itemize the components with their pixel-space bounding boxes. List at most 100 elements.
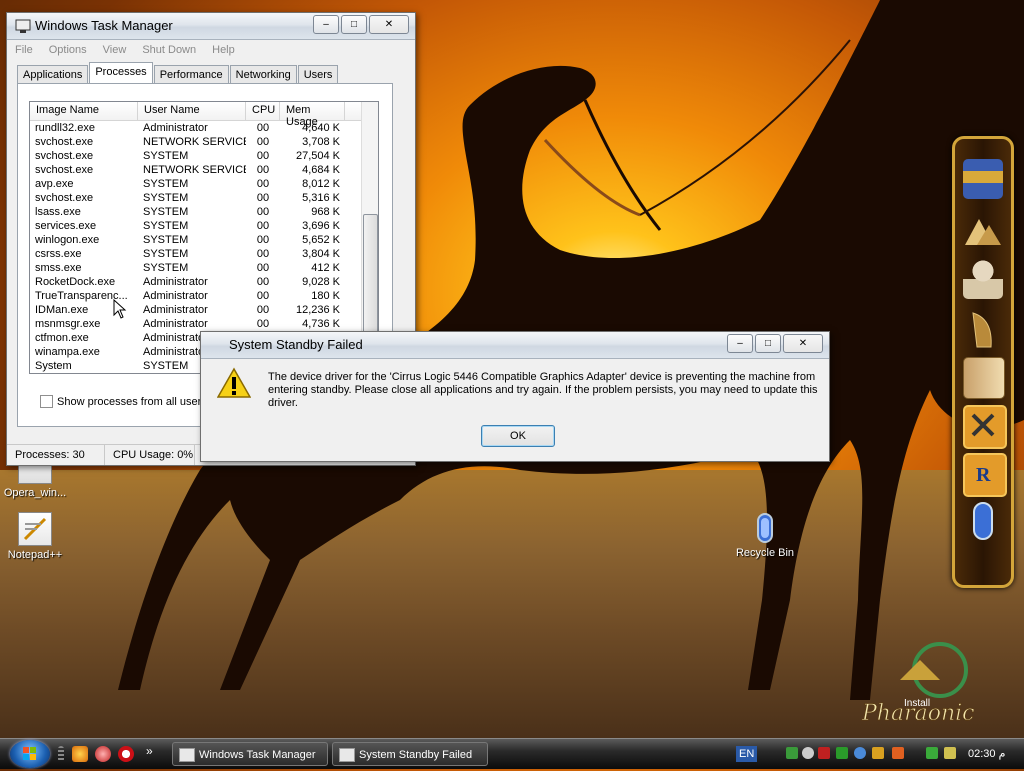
tray-tool-icon[interactable]	[892, 747, 904, 759]
table-row[interactable]: rundll32.exe Administrator 00 4,640 K	[30, 121, 378, 135]
cell-cpu: 00	[256, 262, 270, 274]
cell-mem-usage: 8,012 K	[302, 178, 340, 190]
menu-bar: File Options View Shut Down Help	[7, 40, 415, 59]
cell-cpu: 00	[256, 178, 270, 190]
tray-download-icon[interactable]	[872, 747, 884, 759]
windows-logo-icon	[23, 747, 36, 760]
book-icon[interactable]	[963, 357, 1005, 399]
menu-file[interactable]: File	[15, 44, 33, 56]
minimize-button[interactable]: –	[313, 15, 339, 34]
cell-image-name: svchost.exe	[35, 150, 94, 162]
table-row[interactable]: winlogon.exe SYSTEM 00 5,652 K	[30, 233, 378, 247]
cell-cpu: 00	[256, 122, 270, 134]
table-row[interactable]: lsass.exe SYSTEM 00 968 K	[30, 205, 378, 219]
cell-image-name: RocketDock.exe	[35, 276, 116, 288]
status-processes: Processes: 30	[7, 445, 105, 465]
cell-image-name: msnmsgr.exe	[35, 318, 101, 330]
quicklaunch-firefox-icon[interactable]	[72, 746, 88, 762]
rocket-dock: R	[952, 136, 1014, 588]
mouse-cursor-icon	[113, 299, 127, 319]
pharaoh-mask-icon[interactable]	[963, 159, 1003, 199]
column-cpu[interactable]: CPU	[246, 102, 280, 120]
table-row[interactable]: IDMan.exe Administrator 00 12,236 K	[30, 303, 378, 317]
desktop-icon-notepadpp[interactable]: Notepad++	[0, 512, 75, 561]
cell-user-name: SYSTEM	[143, 192, 189, 204]
tray-antivirus-icon[interactable]	[818, 747, 830, 759]
tray-flag-icon[interactable]	[836, 747, 848, 759]
cell-mem-usage: 4,640 K	[302, 122, 340, 134]
cell-user-name: SYSTEM	[143, 234, 189, 246]
show-all-users-checkbox[interactable]	[40, 395, 53, 408]
quicklaunch-overflow-icon[interactable]: »	[146, 744, 153, 758]
column-user-name[interactable]: User Name	[138, 102, 246, 120]
tray-users-icon[interactable]	[854, 747, 866, 759]
harp-icon[interactable]	[963, 309, 1003, 349]
cell-image-name: svchost.exe	[35, 136, 94, 148]
column-image-name[interactable]: Image Name	[30, 102, 138, 120]
cell-image-name: avp.exe	[35, 178, 74, 190]
table-row[interactable]: svchost.exe SYSTEM 00 5,316 K	[30, 191, 378, 205]
dialog-minimize-button[interactable]: –	[727, 334, 753, 353]
dialog-close-button[interactable]: ✕	[783, 334, 823, 353]
desktop-icon-label: Notepad++	[7, 549, 63, 561]
cell-user-name: SYSTEM	[143, 150, 189, 162]
tools-icon[interactable]	[963, 405, 1007, 449]
quicklaunch-opera-icon[interactable]	[118, 746, 134, 762]
dialog-titlebar[interactable]: System Standby Failed – □ ✕	[201, 332, 829, 359]
menu-shut-down[interactable]: Shut Down	[142, 44, 196, 56]
table-row[interactable]: svchost.exe SYSTEM 00 27,504 K	[30, 149, 378, 163]
cell-cpu: 00	[256, 164, 270, 176]
cell-cpu: 00	[256, 318, 270, 330]
tray-battery-icon[interactable]	[926, 747, 938, 759]
cell-image-name: ctfmon.exe	[35, 332, 89, 344]
show-all-users-checkbox-row[interactable]: Show processes from all users	[40, 395, 207, 408]
registry-icon[interactable]: R	[963, 453, 1007, 497]
maximize-button[interactable]: □	[341, 15, 367, 34]
dialog-maximize-button[interactable]: □	[755, 334, 781, 353]
table-row[interactable]: services.exe SYSTEM 00 3,696 K	[30, 219, 378, 233]
start-button[interactable]	[10, 740, 50, 768]
show-all-users-label: Show processes from all users	[57, 395, 207, 408]
taskbar-button-task-manager[interactable]: Windows Task Manager	[172, 742, 328, 766]
clock[interactable]: 02:30 م	[968, 739, 1005, 769]
table-row[interactable]: svchost.exe NETWORK SERVICE 00 4,684 K	[30, 163, 378, 177]
table-row[interactable]: msnmsgr.exe Administrator 00 4,736 K	[30, 317, 378, 331]
cell-mem-usage: 4,684 K	[302, 164, 340, 176]
column-mem-usage[interactable]: Mem Usage	[280, 102, 345, 128]
table-row[interactable]: TrueTransparenc... Administrator 00 180 K	[30, 289, 378, 303]
menu-view[interactable]: View	[103, 44, 127, 56]
recycle-bin-dock-icon[interactable]	[963, 501, 1003, 541]
language-indicator[interactable]: EN	[736, 746, 758, 762]
cell-image-name: services.exe	[35, 220, 97, 232]
close-button[interactable]: ✕	[369, 15, 409, 34]
cell-user-name: Administrator	[143, 276, 208, 288]
scribe-statue-icon[interactable]	[963, 259, 1003, 299]
table-row[interactable]: RocketDock.exe Administrator 00 9,028 K	[30, 275, 378, 289]
desktop-icon-recycle-bin[interactable]: Recycle Bin	[725, 512, 805, 559]
menu-help[interactable]: Help	[212, 44, 235, 56]
taskbar-button-standby-failed[interactable]: System Standby Failed	[332, 742, 488, 766]
quicklaunch-media-icon[interactable]	[95, 746, 111, 762]
tray-network-icon[interactable]	[786, 747, 798, 759]
cell-mem-usage: 5,652 K	[302, 234, 340, 246]
table-row[interactable]: svchost.exe NETWORK SERVICE 00 3,708 K	[30, 135, 378, 149]
table-row[interactable]: smss.exe SYSTEM 00 412 K	[30, 261, 378, 275]
tray-volume-icon[interactable]	[944, 747, 956, 759]
table-row[interactable]: avp.exe SYSTEM 00 8,012 K	[30, 177, 378, 191]
tray-messenger-icon[interactable]	[802, 747, 814, 759]
table-row[interactable]: csrss.exe SYSTEM 00 3,804 K	[30, 247, 378, 261]
task-manager-titlebar[interactable]: Windows Task Manager – □ ✕	[7, 13, 415, 40]
ok-button[interactable]: OK	[481, 425, 555, 447]
cell-image-name: rundll32.exe	[35, 122, 95, 134]
cell-image-name: System	[35, 360, 72, 372]
pyramids-icon[interactable]	[963, 209, 1003, 249]
cell-user-name: SYSTEM	[143, 220, 189, 232]
svg-text:Install: Install	[904, 698, 930, 709]
cell-user-name: Administrator	[143, 304, 208, 316]
process-list-header: Image Name User Name CPU Mem Usage	[30, 102, 378, 128]
window-title: Windows Task Manager	[35, 18, 173, 33]
menu-options[interactable]: Options	[49, 44, 87, 56]
standby-failed-dialog: System Standby Failed – □ ✕ The device d…	[200, 331, 830, 462]
cell-mem-usage: 3,804 K	[302, 248, 340, 260]
cell-cpu: 00	[256, 206, 270, 218]
